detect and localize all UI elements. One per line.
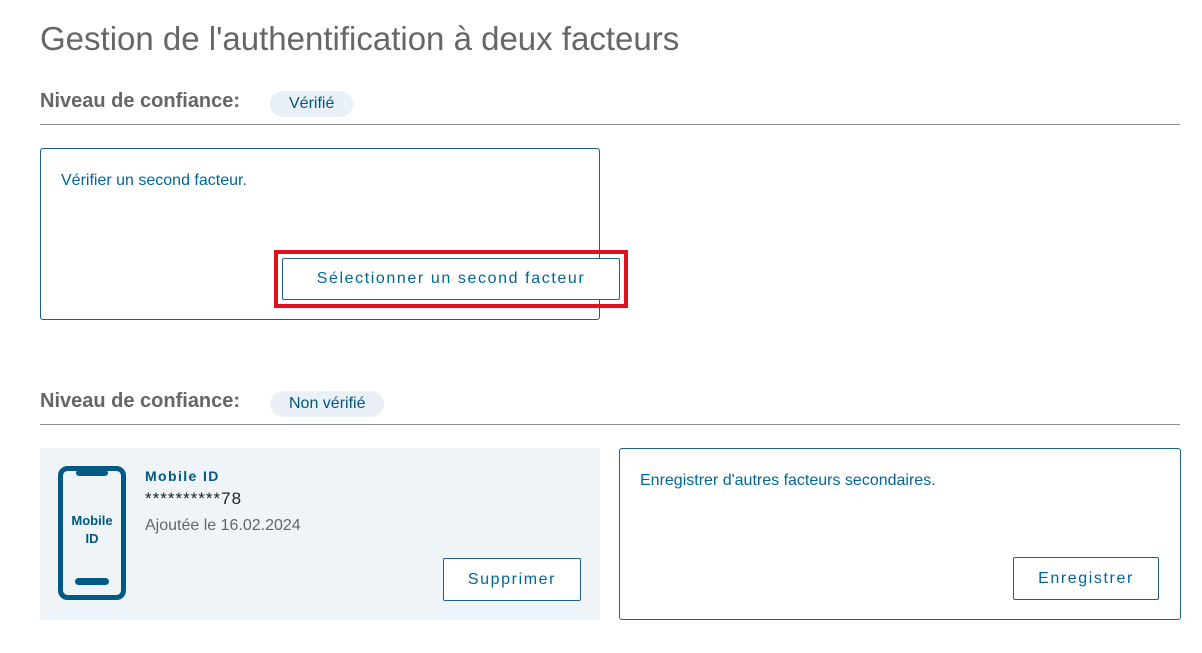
masked-phone-number: **********78	[145, 489, 243, 508]
status-badge-verified: Vérifié	[270, 91, 354, 117]
factor-name: Mobile ID	[145, 468, 220, 484]
delete-factor-button[interactable]: Supprimer	[443, 558, 581, 601]
factor-added-date: Ajoutée le 16.02.2024	[145, 517, 301, 534]
register-factors-card: Enregistrer d'autres facteurs secondaire…	[619, 448, 1181, 620]
trust-level-label: Niveau de confiance:	[40, 90, 241, 112]
register-factors-text: Enregistrer d'autres facteurs secondaire…	[640, 472, 936, 489]
register-button[interactable]: Enregistrer	[1013, 557, 1159, 600]
trust-level-header-verified: Niveau de confiance: Vérifié	[40, 88, 1180, 125]
verify-second-factor-card: Vérifier un second facteur. Sélectionner…	[40, 148, 628, 320]
status-badge-unverified: Non vérifié	[270, 391, 385, 417]
phone-icon-label-line2: ID	[85, 531, 99, 546]
trust-level-label: Niveau de confiance:	[40, 390, 241, 412]
verify-second-factor-text: Vérifier un second facteur.	[61, 172, 247, 189]
select-second-factor-button[interactable]: Sélectionner un second facteur	[282, 258, 620, 300]
mobile-id-factor-card: Mobile ID Mobile ID **********78 Ajoutée…	[40, 448, 600, 620]
phone-icon-label-line1: Mobile	[71, 513, 113, 528]
trust-level-header-unverified: Niveau de confiance: Non vérifié	[40, 388, 1180, 425]
page-title: Gestion de l'authentification à deux fac…	[40, 20, 680, 57]
phone-icon-label: Mobile ID	[60, 512, 124, 548]
